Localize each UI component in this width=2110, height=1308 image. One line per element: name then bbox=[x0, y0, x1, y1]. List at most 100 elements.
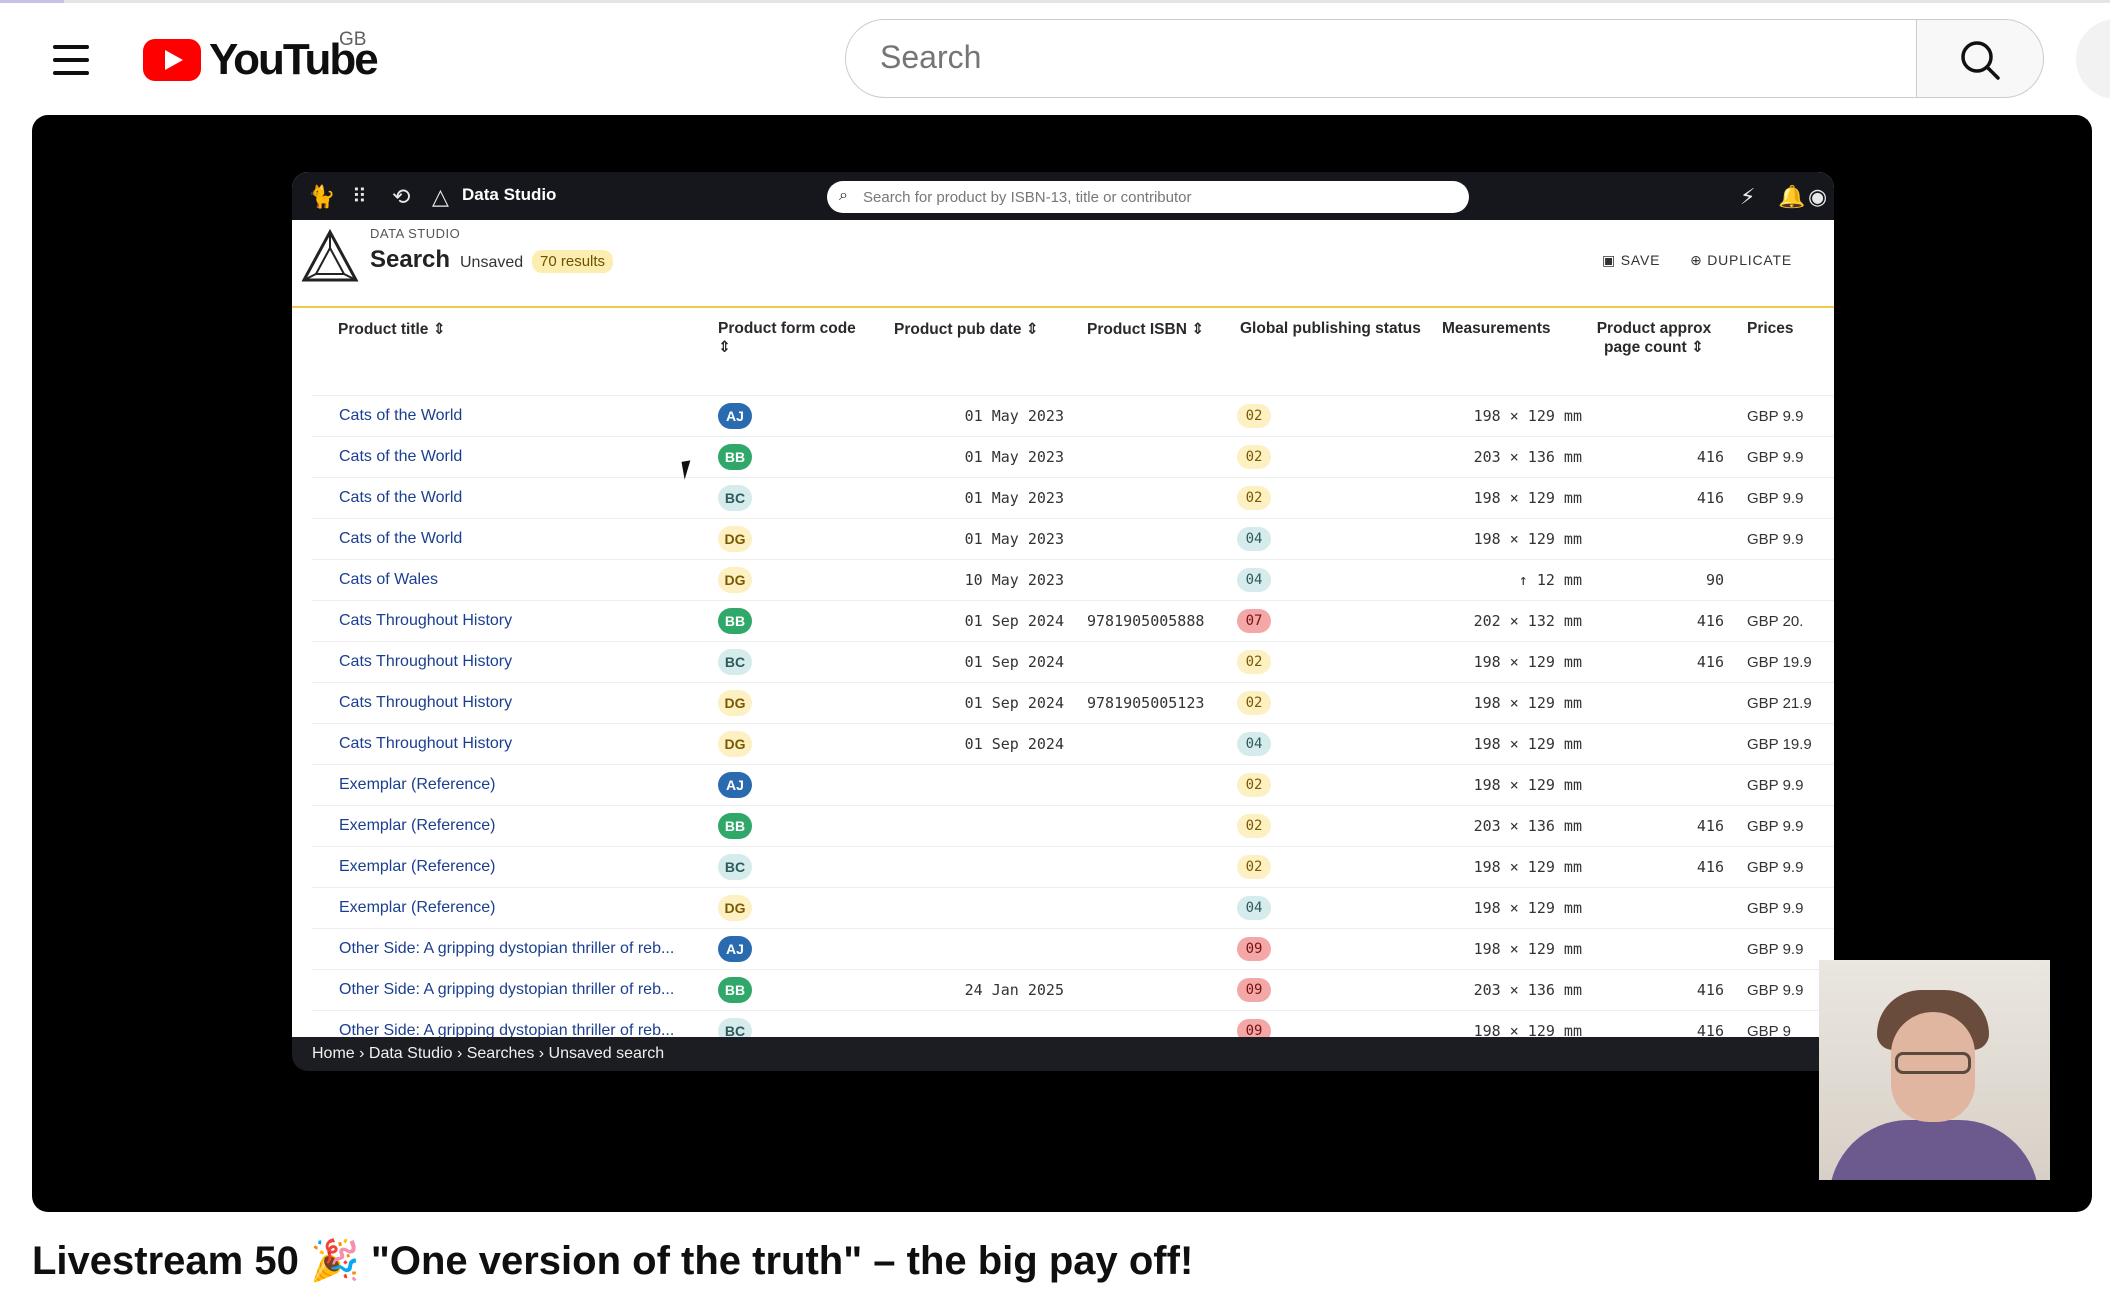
status-badge: 02 bbox=[1237, 814, 1271, 838]
duplicate-button[interactable]: ⊕ DUPLICATE bbox=[1690, 252, 1792, 269]
status-badge: 04 bbox=[1237, 568, 1271, 592]
pub-date-cell bbox=[874, 805, 1065, 847]
table-row[interactable]: Cats of the World BB 01 May 2023 02 203 × 13… bbox=[312, 436, 1834, 478]
column-label: Measurements bbox=[1442, 320, 1551, 337]
table-row[interactable]: Cats of the World BC 01 May 2023 02 198 × 12… bbox=[312, 477, 1834, 519]
status-badge: 02 bbox=[1237, 650, 1271, 674]
product-title-link[interactable]: Exemplar (Reference) bbox=[312, 764, 717, 806]
status-badge: 02 bbox=[1237, 445, 1271, 469]
isbn-cell bbox=[1065, 846, 1236, 888]
status-cell: 07 bbox=[1236, 600, 1441, 642]
product-title-link[interactable]: Other Side: A gripping dystopian thrille… bbox=[312, 928, 717, 970]
bell-icon[interactable]: 🔔 bbox=[1778, 184, 1805, 210]
price-cell: GBP 9.9 bbox=[1725, 518, 1834, 560]
table-row[interactable]: Cats Throughout History BC 01 Sep 2024 02 19… bbox=[312, 641, 1834, 683]
table-row[interactable]: Cats of Wales DG 10 May 2023 04 ↑ 12 mm 90 bbox=[312, 559, 1834, 601]
table-row[interactable]: Other Side: A gripping dystopian thrille… bbox=[312, 1010, 1834, 1037]
product-title-link[interactable]: Exemplar (Reference) bbox=[312, 846, 717, 888]
isbn-cell bbox=[1065, 395, 1236, 437]
duplicate-label: DUPLICATE bbox=[1707, 252, 1792, 268]
column-header[interactable]: Product approx page count ⇕ bbox=[1583, 308, 1725, 396]
price-cell bbox=[1725, 559, 1834, 601]
column-header[interactable]: Product title ⇕ bbox=[312, 308, 717, 396]
history-icon[interactable]: ⟲ bbox=[392, 184, 410, 210]
product-title-link[interactable]: Cats of the World bbox=[312, 518, 717, 560]
product-search-placeholder: Search for product by ISBN-13, title or … bbox=[863, 189, 1192, 206]
form-code-cell: BB bbox=[717, 805, 874, 847]
table-row[interactable]: Other Side: A gripping dystopian thrille… bbox=[312, 969, 1834, 1011]
form-code-cell: AJ bbox=[717, 928, 874, 970]
table-row[interactable]: Other Side: A gripping dystopian thrille… bbox=[312, 928, 1834, 970]
isbn-cell bbox=[1065, 436, 1236, 478]
pub-date-cell: 01 Sep 2024 bbox=[874, 682, 1065, 724]
measurements-cell: 198 × 129 mm bbox=[1441, 764, 1583, 806]
search-icon bbox=[1961, 41, 2000, 80]
column-header[interactable]: Product pub date ⇕ bbox=[874, 308, 1065, 396]
cat-logo-icon[interactable]: 🐈 bbox=[308, 184, 335, 210]
table-row[interactable]: Cats of the World AJ 01 May 2023 02 198 × 12… bbox=[312, 395, 1834, 437]
search-button[interactable] bbox=[1917, 19, 2044, 98]
page-count-cell bbox=[1583, 887, 1725, 929]
product-title-link[interactable]: Cats Throughout History bbox=[312, 682, 717, 724]
column-label: Global publishing status bbox=[1240, 320, 1421, 337]
status-badge: 09 bbox=[1237, 978, 1271, 1002]
product-title-link[interactable]: Cats Throughout History bbox=[312, 641, 717, 683]
breadcrumb[interactable]: Home › Data Studio › Searches › Unsaved … bbox=[312, 1045, 664, 1063]
apps-grid-icon[interactable]: ⠿ bbox=[352, 184, 367, 209]
product-title-link[interactable]: Cats Throughout History bbox=[312, 723, 717, 765]
status-cell: 09 bbox=[1236, 1010, 1441, 1037]
page-count-cell: 416 bbox=[1583, 969, 1725, 1011]
menu-icon[interactable] bbox=[53, 45, 89, 75]
product-title-link[interactable]: Cats Throughout History bbox=[312, 600, 717, 642]
status-cell: 09 bbox=[1236, 969, 1441, 1011]
form-code-cell: BC bbox=[717, 477, 874, 519]
magic-off-icon[interactable]: ⚡ bbox=[1740, 184, 1755, 210]
measurements-cell: 203 × 136 mm bbox=[1441, 805, 1583, 847]
status-badge: 02 bbox=[1237, 404, 1271, 428]
app-topbar: 🐈 ⠿ ⟲ △ Data Studio ⌕ Search for product… bbox=[292, 172, 1834, 220]
table-row[interactable]: Cats Throughout History BB 01 Sep 2024 9781… bbox=[312, 600, 1834, 642]
table-row[interactable]: Exemplar (Reference) BC 02 198 × 129 mm 416 G… bbox=[312, 846, 1834, 888]
price-cell: GBP 9.9 bbox=[1725, 887, 1834, 929]
form-code-cell: BB bbox=[717, 969, 874, 1011]
product-title-link[interactable]: Cats of the World bbox=[312, 436, 717, 478]
search-input[interactable] bbox=[878, 38, 1882, 77]
column-header[interactable]: Product form code ⇕ bbox=[717, 308, 874, 396]
table-row[interactable]: Cats Throughout History DG 01 Sep 2024 9781… bbox=[312, 682, 1834, 724]
form-code-badge: BB bbox=[718, 813, 752, 839]
youtube-logo[interactable]: YouTube GB bbox=[143, 29, 379, 85]
product-title-link[interactable]: Exemplar (Reference) bbox=[312, 805, 717, 847]
column-header[interactable]: Product ISBN ⇕ bbox=[1065, 308, 1236, 396]
avatar[interactable] bbox=[2076, 19, 2110, 99]
isbn-cell bbox=[1065, 764, 1236, 806]
product-title-link[interactable]: Cats of Wales bbox=[312, 559, 717, 601]
pub-date-cell: 01 May 2023 bbox=[874, 518, 1065, 560]
isbn-cell bbox=[1065, 1010, 1236, 1037]
measurements-cell: 198 × 129 mm bbox=[1441, 395, 1583, 437]
table-row[interactable]: Exemplar (Reference) AJ 02 198 × 129 mm GBP … bbox=[312, 764, 1834, 806]
status-badge: 02 bbox=[1237, 486, 1271, 510]
table-row[interactable]: Cats of the World DG 01 May 2023 04 198 × 12… bbox=[312, 518, 1834, 560]
save-state: Unsaved bbox=[460, 254, 524, 271]
measurements-cell: 202 × 132 mm bbox=[1441, 600, 1583, 642]
product-title-link[interactable]: Other Side: A gripping dystopian thrille… bbox=[312, 969, 717, 1011]
video-player[interactable]: 🐈 ⠿ ⟲ △ Data Studio ⌕ Search for product… bbox=[32, 115, 2092, 1212]
column-label: Product title bbox=[338, 321, 429, 338]
product-title-link[interactable]: Exemplar (Reference) bbox=[312, 887, 717, 929]
table-row[interactable]: Cats Throughout History DG 01 Sep 2024 04 19… bbox=[312, 723, 1834, 765]
price-cell: GBP 21.9 bbox=[1725, 682, 1834, 724]
table-row[interactable]: Exemplar (Reference) DG 04 198 × 129 mm GBP … bbox=[312, 887, 1834, 929]
product-title-link[interactable]: Cats of the World bbox=[312, 395, 717, 437]
pub-date-cell bbox=[874, 764, 1065, 806]
page-count-cell bbox=[1583, 395, 1725, 437]
page-count-cell bbox=[1583, 928, 1725, 970]
form-code-badge: BC bbox=[718, 649, 752, 675]
product-title-link[interactable]: Cats of the World bbox=[312, 477, 717, 519]
product-title-link[interactable]: Other Side: A gripping dystopian thrille… bbox=[312, 1010, 717, 1037]
table-row[interactable]: Exemplar (Reference) BB 02 203 × 136 mm 416 G… bbox=[312, 805, 1834, 847]
save-button[interactable]: ▣ SAVE bbox=[1602, 252, 1660, 269]
product-search[interactable]: ⌕ Search for product by ISBN-13, title o… bbox=[827, 181, 1469, 213]
isbn-cell bbox=[1065, 559, 1236, 601]
account-icon[interactable]: ◉ bbox=[1808, 184, 1827, 210]
measurements-cell: 203 × 136 mm bbox=[1441, 969, 1583, 1011]
